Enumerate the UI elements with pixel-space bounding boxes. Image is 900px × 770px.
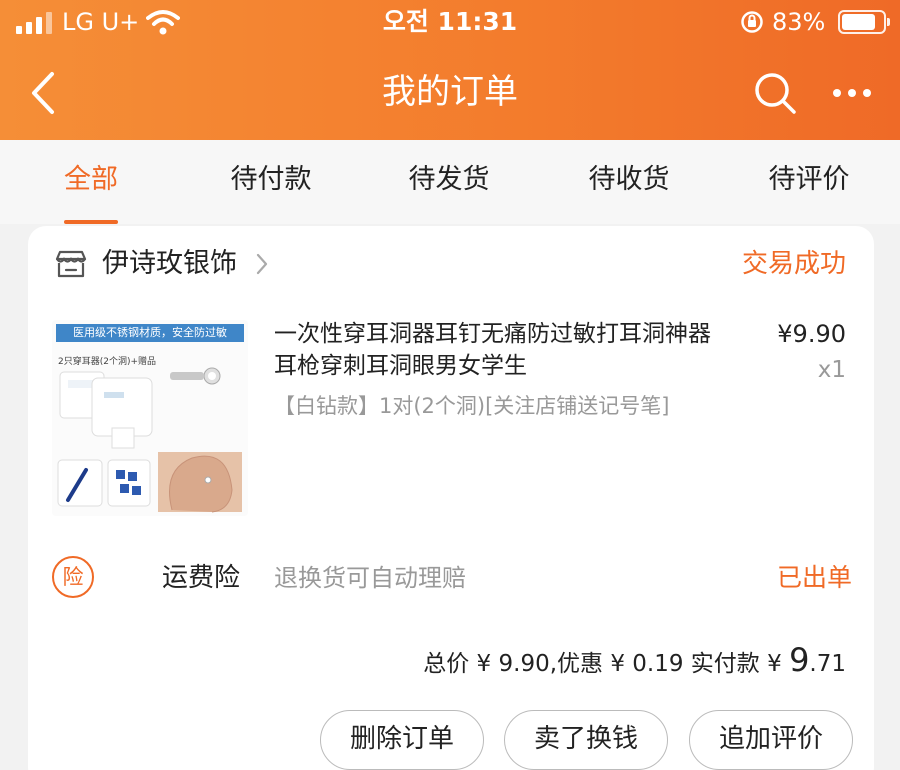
order-status: 交易成功 [741, 249, 846, 279]
insurance-badge: 险 [52, 556, 94, 598]
signal-icon [16, 12, 52, 34]
store-icon [55, 250, 87, 278]
battery-level [842, 14, 876, 30]
rotation-lock-icon [741, 11, 763, 33]
back-icon [32, 72, 54, 114]
product-price: ¥9.90 [777, 320, 846, 348]
status-bar: LG U+ 오전 11:31 83% [0, 0, 900, 46]
active-tab-indicator [64, 220, 118, 224]
product-sku: 【白钻款】1对(2个洞)[关注店铺送记号笔] [274, 394, 670, 418]
status-time: 오전 11:31 [382, 7, 518, 36]
paid-amount-integer: 9 [789, 641, 810, 679]
more-icon [833, 89, 871, 97]
shipping-insurance-row[interactable]: 险 运费险 退换货可自动理赔 已出单 [52, 556, 852, 600]
tab-pending-shipment[interactable]: 待发货 [404, 162, 494, 198]
order-tabs: 全部 待付款 待发货 待收货 待评价 [0, 140, 900, 224]
search-icon [755, 73, 796, 114]
wifi-icon [146, 10, 180, 35]
tab-pending-review[interactable]: 待评价 [764, 162, 854, 198]
tab-all[interactable]: 全部 [62, 162, 120, 198]
paid-amount-decimal: .71 [809, 651, 846, 677]
total-summary: 总价 ¥ 9.90,优惠 ¥ 0.19 实付款 ¥ [423, 651, 790, 677]
battery-percent: 83% [772, 8, 826, 36]
product-quantity: x1 [817, 357, 846, 383]
battery-icon [838, 10, 890, 34]
more-button[interactable] [830, 78, 874, 108]
app-header: LG U+ 오전 11:31 83% 我的订单 [0, 0, 900, 140]
order-card: 伊诗玫银饰 交易成功 医用级不锈钢材质，安全防过敏 2只穿耳器(2个洞)+赠品 [28, 226, 874, 770]
store-name: 伊诗玫银饰 [102, 248, 237, 279]
search-button[interactable] [752, 70, 800, 116]
resell-button[interactable]: 卖了换钱 [504, 710, 668, 770]
ear-piercer-illustration [57, 367, 242, 513]
tab-pending-payment[interactable]: 待付款 [226, 162, 316, 198]
delete-order-button[interactable]: 删除订单 [320, 710, 484, 770]
tab-pending-receipt[interactable]: 待收货 [584, 162, 674, 198]
product-image[interactable]: 医用级不锈钢材质，安全防过敏 2只穿耳器(2个洞)+赠品 [52, 320, 248, 516]
carrier-name: LG U+ [62, 8, 140, 36]
chevron-right-icon [256, 253, 268, 275]
page-title: 我的订单 [382, 72, 518, 112]
insurance-description: 退换货可自动理赔 [274, 564, 466, 592]
insurance-status: 已出单 [776, 563, 852, 592]
order-total: 总价 ¥ 9.90,优惠 ¥ 0.19 实付款 ¥ 9.71 [423, 640, 846, 684]
back-button[interactable] [22, 68, 66, 118]
product-title[interactable]: 一次性穿耳洞器耳钉无痛防过敏打耳洞神器耳枪穿刺耳洞眼男女学生 [274, 318, 724, 382]
add-review-button[interactable]: 追加评价 [689, 710, 853, 770]
insurance-name: 运费险 [162, 563, 241, 593]
store-link[interactable]: 伊诗玫银饰 [54, 246, 269, 282]
